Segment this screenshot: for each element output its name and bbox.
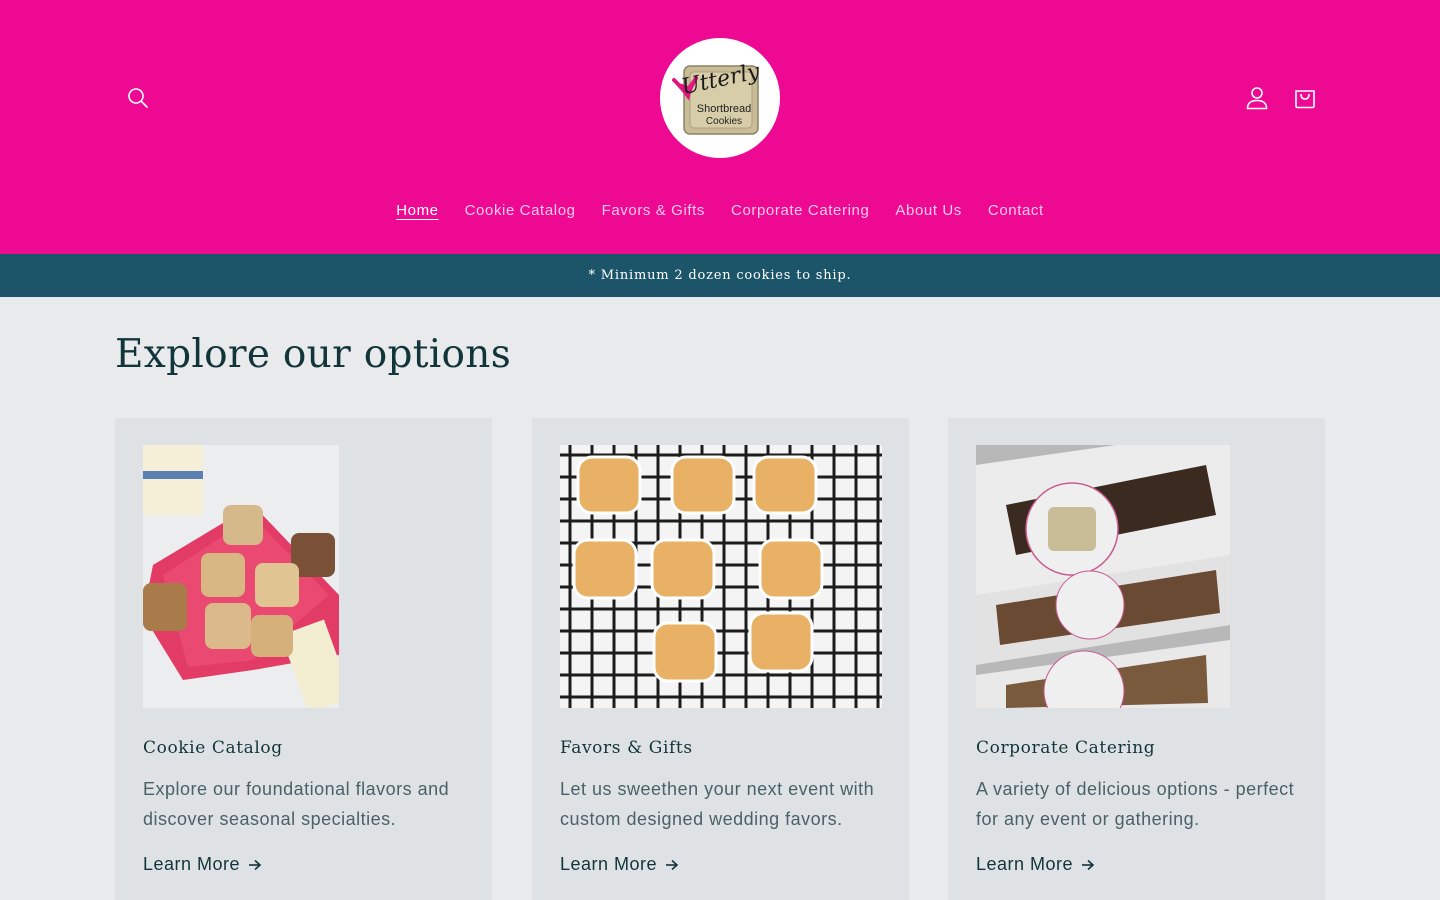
account-button[interactable] <box>1241 82 1273 114</box>
announcement-text: * Minimum 2 dozen cookies to ship. <box>588 268 852 283</box>
card-cookie-catalog: Cookie Catalog Explore our foundational … <box>115 418 492 900</box>
card-title: Cookie Catalog <box>143 738 283 758</box>
learn-more-link[interactable]: Learn More <box>976 854 1095 875</box>
card-image-cookie-catalog <box>143 445 339 708</box>
arrow-right-icon <box>1082 859 1095 870</box>
cart-icon <box>1295 90 1315 109</box>
main-nav: Home Cookie Catalog Favors & Gifts Corpo… <box>0 196 1440 226</box>
cart-button[interactable] <box>1289 82 1321 114</box>
nav-item-cookie-catalog[interactable]: Cookie Catalog <box>452 196 589 226</box>
card-title: Favors & Gifts <box>560 738 693 758</box>
logo[interactable]: Utterly Shortbread Cookies <box>660 38 780 158</box>
search-icon <box>128 88 149 109</box>
search-button[interactable] <box>122 82 154 114</box>
user-icon <box>1246 87 1268 110</box>
learn-more-label: Learn More <box>976 854 1074 874</box>
nav-item-contact[interactable]: Contact <box>975 196 1057 226</box>
card-description: A variety of delicious options - perfect… <box>976 779 1295 829</box>
nav-item-favors-gifts[interactable]: Favors & Gifts <box>589 196 718 226</box>
section-title: Explore our options <box>115 332 512 377</box>
arrow-right-icon <box>666 859 679 870</box>
announcement-bar: * Minimum 2 dozen cookies to ship. <box>0 254 1440 297</box>
nav-item-corporate-catering[interactable]: Corporate Catering <box>718 196 882 226</box>
card-description: Explore our foundational flavors and dis… <box>143 779 450 829</box>
card-image-favors-gifts <box>560 445 882 708</box>
svg-text:Shortbread: Shortbread <box>697 103 751 115</box>
learn-more-label: Learn More <box>560 854 658 874</box>
nav-item-home[interactable]: Home <box>383 196 451 226</box>
learn-more-link[interactable]: Learn More <box>560 854 679 875</box>
logo-image: Utterly Shortbread Cookies <box>672 59 763 135</box>
learn-more-link[interactable]: Learn More <box>143 854 262 875</box>
card-title: Corporate Catering <box>976 738 1156 758</box>
arrow-right-icon <box>249 859 262 870</box>
card-description: Let us sweethen your next event with cus… <box>560 779 875 829</box>
learn-more-label: Learn More <box>143 854 241 874</box>
nav-item-about-us[interactable]: About Us <box>882 196 975 226</box>
card-corporate-catering: Corporate Catering A variety of deliciou… <box>948 418 1325 900</box>
card-favors-gifts: Favors & Gifts Let us sweethen your next… <box>532 418 909 900</box>
card-image-corporate-catering <box>976 445 1230 708</box>
site-header: Utterly Shortbread Cookies Home Cookie C… <box>0 0 1440 254</box>
svg-text:Cookies: Cookies <box>706 116 742 127</box>
